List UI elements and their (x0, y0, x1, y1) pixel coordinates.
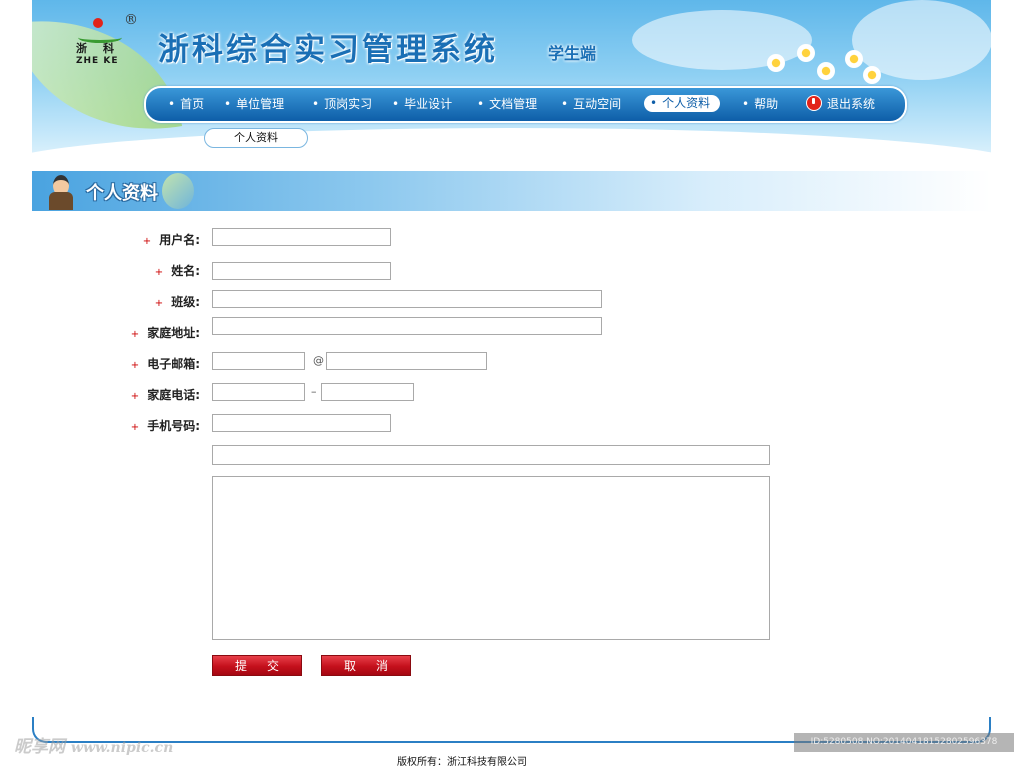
mobile-label: + 手机号码: (130, 419, 200, 433)
logo-en-text: ZHE KE (76, 56, 119, 66)
registered-mark: ® (124, 12, 138, 28)
nav-internship[interactable]: • 顶岗实习 (312, 88, 372, 121)
username-label: + 用户名: (142, 233, 200, 247)
footer-copyright: 版权所有：浙江科技有限公司 (397, 757, 527, 768)
submit-button[interactable]: 提交 (212, 655, 302, 676)
class-label: + 班级: (154, 295, 200, 309)
power-icon (806, 95, 822, 111)
user-avatar-icon (46, 174, 76, 210)
nav-help[interactable]: • 帮助 (742, 88, 778, 121)
section-header: 个人资料 (32, 171, 991, 211)
logo: ® 浙科 ZHE KE (68, 12, 138, 70)
header-banner: ® 浙科 ZHE KE 浙科综合实习管理系统 学生端 • 首页 • 单位管理 • 顶岗… (32, 0, 991, 168)
logo-dot (93, 18, 103, 28)
notes-textarea[interactable] (212, 476, 770, 640)
phone-dash: – (311, 385, 317, 398)
email-domain-input[interactable] (326, 352, 487, 370)
system-title: 浙科综合实习管理系统 (158, 32, 498, 68)
nav-documents[interactable]: • 文档管理 (477, 88, 537, 121)
watermark-id: ID:5280508 NO:20140418152802596378 (794, 733, 1014, 752)
username-input[interactable] (212, 228, 391, 246)
extra-input[interactable] (212, 445, 770, 465)
address-input[interactable] (212, 317, 602, 335)
header-wave (32, 128, 991, 168)
name-input[interactable] (212, 262, 391, 280)
nav-interaction[interactable]: • 互动空间 (561, 88, 621, 121)
section-decoration (162, 173, 194, 209)
nav-logout[interactable]: 退出系统 (806, 88, 875, 121)
email-user-input[interactable] (212, 352, 305, 370)
email-at-sign: @ (313, 354, 324, 367)
flowers-decoration (767, 40, 887, 90)
nav-graduation-design[interactable]: • 毕业设计 (392, 88, 452, 121)
subnav-profile[interactable]: 个人资料 (204, 128, 308, 148)
logo-cn-text: 浙科 (76, 42, 130, 55)
main-nav: • 首页 • 单位管理 • 顶岗实习 • 毕业设计 • 文档管理 • 互动空间 • 个人资料 … (144, 86, 907, 123)
home-phone-label: + 家庭电话: (130, 388, 200, 402)
address-label: + 家庭地址: (130, 326, 200, 340)
nav-profile[interactable]: • 个人资料 (644, 95, 721, 112)
page-frame: ® 浙科 ZHE KE 浙科综合实习管理系统 学生端 • 首页 • 单位管理 • 顶岗… (32, 0, 991, 768)
cancel-button[interactable]: 取消 (321, 655, 411, 676)
email-label: + 电子邮箱: (130, 357, 200, 371)
section-title: 个人资料 (86, 183, 158, 204)
nav-unit-management[interactable]: • 单位管理 (224, 88, 284, 121)
phone-number-input[interactable] (321, 383, 414, 401)
mobile-input[interactable] (212, 414, 391, 432)
phone-area-input[interactable] (212, 383, 305, 401)
class-input[interactable] (212, 290, 602, 308)
watermark-logo: 昵享网 www.nipic.cn (14, 737, 174, 757)
system-subtitle: 学生端 (548, 44, 597, 63)
name-label: + 姓名: (154, 264, 200, 278)
nav-home[interactable]: • 首页 (168, 88, 204, 121)
